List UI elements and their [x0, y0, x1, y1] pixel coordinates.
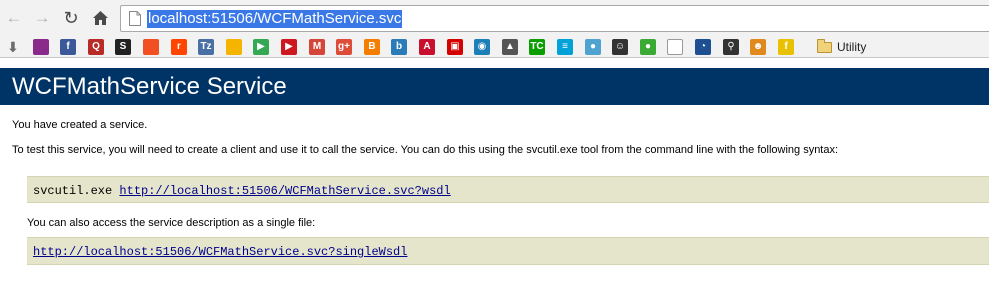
stripes-icon[interactable]: ≡ [557, 39, 573, 55]
single-wsdl-link[interactable]: http://localhost:51506/WCFMathService.sv… [33, 245, 407, 259]
feed-icon[interactable]: ◉ [474, 39, 490, 55]
microsoft-tiles-icon[interactable] [143, 39, 159, 55]
blogger-icon[interactable]: B [364, 39, 380, 55]
single-wsdl-line: http://localhost:51506/WCFMathService.sv… [33, 245, 407, 259]
note-icon[interactable] [226, 39, 242, 55]
techcrunch-icon[interactable]: TC [529, 39, 545, 55]
gmail-icon[interactable]: M [309, 39, 325, 55]
blank-page-icon[interactable] [667, 39, 683, 55]
folder-icon [817, 38, 832, 53]
hub-icon[interactable]: ▣ [447, 39, 463, 55]
svcutil-command-line: svcutil.exe http://localhost:51506/WCFMa… [33, 184, 451, 198]
photo-icon[interactable]: ▲ [502, 39, 518, 55]
youtube-icon[interactable]: ▶ [281, 39, 297, 55]
tz-icon[interactable]: Tz [198, 39, 214, 55]
bookmark-download-icon[interactable]: ⬇ [5, 39, 21, 55]
arrow-right-icon[interactable]: → [31, 7, 53, 29]
browser-toolbar: ← → ↻ localhost:51506/WCFMathService.svc [0, 0, 989, 36]
face-icon[interactable]: ☺ [612, 39, 628, 55]
reddit-icon[interactable]: r [171, 39, 187, 55]
stack-icon[interactable]: S [115, 39, 131, 55]
bookmark-folder-utility[interactable]: Utility [817, 38, 867, 55]
quora-icon[interactable]: Q [88, 39, 104, 55]
bookmark-folder-label: Utility [837, 40, 867, 54]
avatar-icon[interactable]: ☻ [750, 39, 766, 55]
single-wsdl-box: http://localhost:51506/WCFMathService.sv… [27, 237, 989, 265]
play-store-icon[interactable]: ▶ [253, 39, 269, 55]
pie-icon[interactable]: ◔ [695, 39, 711, 55]
address-bar[interactable]: localhost:51506/WCFMathService.svc [120, 5, 989, 32]
f-script-icon[interactable]: f [778, 39, 794, 55]
page-title: WCFMathService Service [12, 73, 287, 100]
home-icon[interactable] [89, 7, 111, 29]
svcutil-command-box: svcutil.exe http://localhost:51506/WCFMa… [27, 176, 989, 203]
a-icon[interactable]: A [419, 39, 435, 55]
page-icon [129, 11, 141, 26]
page-content: WCFMathService Service You have created … [0, 59, 989, 281]
windows-logo-icon[interactable] [33, 39, 49, 55]
b-circle-icon[interactable]: b [391, 39, 407, 55]
drop-icon[interactable]: ● [585, 39, 601, 55]
single-file-text: You can also access the service descript… [27, 217, 316, 229]
intro-text: You have created a service. [12, 119, 148, 131]
bookmarks-bar: ⬇ f Q Sr Tz ▶ ▶ Mg+ Bb A ▣ ◉ ▲ TC ≡ ● ☺ ● ◔ ⚲ ☻ f Utility [0, 36, 989, 58]
heading-bar: WCFMathService Service [0, 68, 989, 105]
facebook-icon[interactable]: f [60, 39, 76, 55]
reload-icon[interactable]: ↻ [60, 7, 82, 29]
bike-icon[interactable]: ⚲ [723, 39, 739, 55]
instructions-text: To test this service, you will need to c… [12, 144, 839, 156]
url-text[interactable]: localhost:51506/WCFMathService.svc [147, 10, 403, 28]
google-plus-icon[interactable]: g+ [336, 39, 352, 55]
svcutil-command: svcutil.exe [33, 184, 113, 198]
chat-bubble-icon[interactable]: ● [640, 39, 656, 55]
wsdl-link[interactable]: http://localhost:51506/WCFMathService.sv… [119, 184, 450, 198]
arrow-left-icon[interactable]: ← [3, 7, 25, 29]
